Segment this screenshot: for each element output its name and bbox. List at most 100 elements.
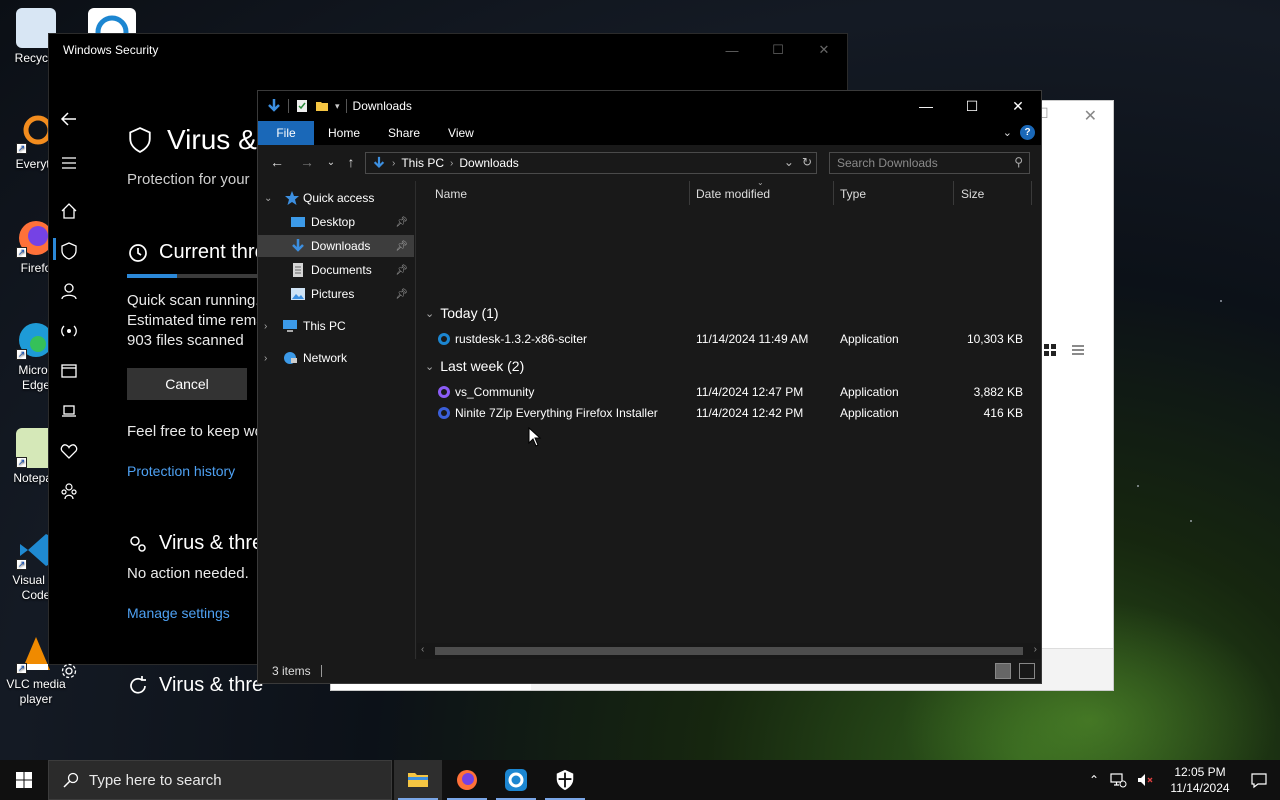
tab-file[interactable]: File (258, 121, 314, 145)
file-name: vs_Community (455, 385, 535, 399)
large-icons-view-icon[interactable] (1019, 663, 1035, 679)
breadcrumb-this-pc[interactable]: This PC (401, 156, 444, 170)
nav-quick-access[interactable]: ⌄ Quick access (258, 187, 414, 209)
taskbar-file-explorer[interactable] (394, 760, 442, 800)
maximize-button[interactable]: ☐ (949, 91, 995, 121)
minimize-button[interactable]: — (709, 34, 755, 66)
pin-icon[interactable]: 📌︎ (395, 265, 408, 276)
navigation-pane: ⌄ Quick access Desktop 📌︎ Downloads 📌︎ D… (258, 181, 416, 659)
start-button[interactable] (0, 760, 48, 800)
chevron-right-icon[interactable]: › (264, 353, 267, 364)
details-view-icon[interactable] (995, 663, 1011, 679)
close-button[interactable]: ✕ (995, 91, 1041, 121)
pin-icon[interactable]: 📌︎ (395, 241, 408, 252)
app-browser-control-icon[interactable] (49, 356, 89, 386)
maximize-button[interactable]: ☐ (755, 34, 801, 66)
chevron-right-icon[interactable]: › (264, 321, 267, 332)
taskbar-search[interactable] (48, 760, 392, 800)
estimated-time: Estimated time rema (127, 312, 265, 329)
nav-desktop[interactable]: Desktop 📌︎ (258, 211, 414, 233)
group-collapse-chevron-icon[interactable]: ⌄ (425, 307, 434, 320)
search-input[interactable] (830, 153, 1000, 173)
mouse-pointer-icon (528, 427, 542, 447)
search-box[interactable]: ⚲ (829, 152, 1030, 174)
table-row[interactable]: rustdesk-1.3.2-x86-sciter 11/14/2024 11:4… (417, 329, 1037, 350)
tab-share[interactable]: Share (374, 121, 434, 145)
refresh-icon[interactable]: ↻ (802, 155, 812, 169)
address-dropdown-chevron-icon[interactable]: ⌄ (784, 155, 794, 169)
system-clock[interactable]: 12:05 PM 11/14/2024 (1160, 764, 1240, 796)
column-date-modified[interactable]: Date modified (696, 187, 770, 201)
security-nav-rail (49, 66, 89, 679)
help-icon[interactable]: ? (1020, 125, 1035, 140)
pin-icon[interactable]: 📌︎ (395, 217, 408, 228)
current-threats-heading: Current thre (127, 241, 266, 264)
item-count: 3 items (272, 664, 311, 678)
group-collapse-chevron-icon[interactable]: ⌄ (425, 360, 434, 373)
address-bar[interactable]: › This PC › Downloads ⌄ ↻ (365, 152, 817, 174)
quick-access-toolbar-dropdown-icon[interactable]: ▾ (335, 101, 340, 112)
show-hidden-icons-chevron-icon[interactable]: ⌃ (1082, 773, 1106, 787)
taskbar-search-input[interactable] (89, 771, 369, 789)
table-row[interactable]: Ninite 7Zip Everything Firefox Installer… (417, 403, 1037, 424)
nav-downloads[interactable]: Downloads 📌︎ (258, 235, 414, 257)
nav-pictures[interactable]: Pictures 📌︎ (258, 283, 414, 305)
protection-history-link[interactable]: Protection history (127, 463, 235, 479)
forward-arrow-icon[interactable]: → (298, 153, 316, 171)
taskbar-windows-security[interactable] (541, 760, 589, 800)
nav-this-pc[interactable]: › This PC (258, 315, 414, 337)
expand-ribbon-chevron-icon[interactable]: ⌄ (1003, 126, 1012, 139)
column-name[interactable]: Name (435, 187, 467, 201)
breadcrumb-separator-icon[interactable]: › (392, 158, 395, 169)
close-button[interactable]: ✕ (801, 34, 847, 66)
volume-muted-icon[interactable] (1136, 771, 1154, 789)
column-size[interactable]: Size (961, 187, 984, 201)
settings-gear-icon[interactable] (49, 656, 89, 686)
hamburger-menu-icon[interactable] (49, 148, 89, 178)
cancel-scan-button[interactable]: Cancel (127, 368, 247, 400)
pictures-icon (291, 288, 305, 300)
group-header[interactable]: ⌄ Last week (2) (425, 358, 524, 374)
scrollbar-thumb[interactable] (435, 647, 1023, 655)
column-type[interactable]: Type (840, 187, 866, 201)
breadcrumb-separator-icon[interactable]: › (450, 158, 453, 169)
recent-locations-chevron-icon[interactable]: ⌄ (322, 153, 340, 171)
shield-icon[interactable] (49, 236, 89, 266)
current-threats-text: Current thre (159, 241, 266, 263)
horizontal-scrollbar[interactable]: ‹ › (417, 643, 1041, 659)
properties-icon[interactable] (295, 99, 309, 113)
new-folder-icon[interactable] (315, 99, 329, 113)
firewall-network-icon[interactable] (49, 316, 89, 346)
list-view-icon[interactable] (1071, 343, 1085, 357)
tab-home[interactable]: Home (314, 121, 374, 145)
rustdesk-desktop-icon[interactable] (88, 8, 136, 49)
taskbar-rustdesk[interactable] (492, 760, 540, 800)
taskbar-firefox[interactable] (443, 760, 491, 800)
back-arrow-icon[interactable]: ← (268, 153, 286, 171)
home-icon[interactable] (49, 196, 89, 226)
pin-icon[interactable]: 📌︎ (395, 289, 408, 300)
scroll-left-arrow-icon[interactable]: ‹ (421, 644, 424, 655)
device-security-laptop-icon[interactable] (49, 396, 89, 426)
scroll-right-arrow-icon[interactable]: › (1034, 644, 1037, 655)
up-arrow-icon[interactable]: ↑ (342, 153, 360, 171)
nav-documents[interactable]: Documents 📌︎ (258, 259, 414, 281)
manage-settings-link[interactable]: Manage settings (127, 605, 230, 621)
group-label: Last week (2) (440, 358, 525, 374)
breadcrumb-downloads[interactable]: Downloads (459, 156, 518, 170)
device-health-heart-icon[interactable] (49, 436, 89, 466)
network-status-icon[interactable] (1109, 771, 1127, 789)
notification-center-icon[interactable] (1250, 771, 1268, 789)
grid-view-icon[interactable] (1043, 343, 1057, 357)
tab-view[interactable]: View (434, 121, 488, 145)
table-row[interactable]: vs_Community 11/4/2024 12:47 PM Applicatio… (417, 382, 1037, 403)
minimize-button[interactable]: — (903, 91, 949, 121)
close-icon[interactable]: ✕ (1084, 106, 1097, 126)
account-person-icon[interactable] (49, 276, 89, 306)
family-options-icon[interactable] (49, 476, 89, 506)
back-arrow-icon[interactable] (49, 104, 89, 134)
nav-network[interactable]: › Network (258, 347, 414, 369)
group-header[interactable]: ⌄ Today (1) (425, 305, 499, 321)
file-size: 3,882 KB (973, 385, 1023, 399)
chevron-down-icon[interactable]: ⌄ (264, 193, 272, 204)
